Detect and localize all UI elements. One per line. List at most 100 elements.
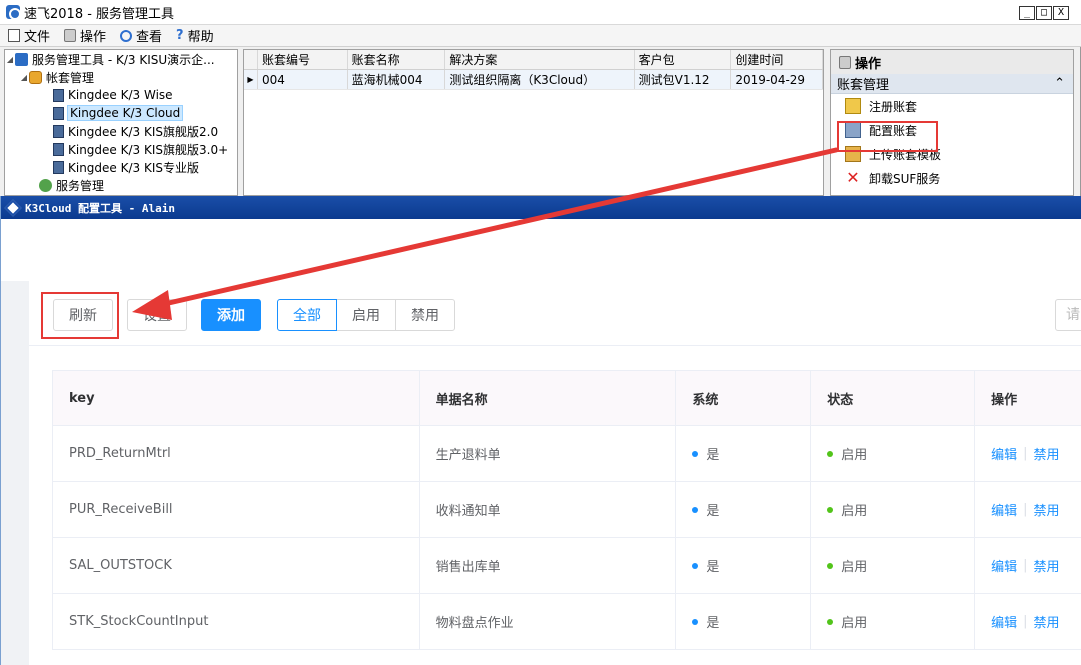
- title-bar: 速飞2018 - 服务管理工具 _ □ X: [0, 0, 1081, 25]
- service-tool-icon: [15, 52, 28, 66]
- system-cell: 是: [676, 426, 812, 481]
- tree-item-product[interactable]: Kingdee K/3 KIS旗舰版3.0+: [5, 140, 237, 158]
- key-cell: SAL_OUTSTOCK: [53, 538, 420, 593]
- status-cell: 启用: [811, 594, 976, 649]
- close-button[interactable]: X: [1053, 6, 1069, 20]
- edit-link[interactable]: 编辑: [991, 556, 1017, 575]
- tree-item-product[interactable]: Kingdee K/3 Wise: [5, 86, 237, 104]
- column-header[interactable]: 创建时间: [731, 50, 823, 69]
- tree-item-product-selected[interactable]: Kingdee K/3 Cloud: [5, 104, 237, 122]
- disable-link[interactable]: 禁用: [1034, 612, 1060, 631]
- filter-disabled-button[interactable]: 禁用: [395, 299, 455, 331]
- tree-item-root[interactable]: ◢ 服务管理工具 - K/3 KISU演示企...: [5, 50, 237, 68]
- maximize-button[interactable]: □: [1036, 6, 1052, 20]
- actions-section-label: 账套管理: [837, 78, 890, 93]
- bill-name-cell: 收料通知单: [420, 482, 677, 537]
- search-input[interactable]: 请: [1055, 299, 1081, 331]
- link-separator: |: [1023, 446, 1028, 461]
- account-grid: 账套编号 账套名称 解决方案 客户包 创建时间 ▶ 004 蓝海机械004 测试…: [243, 49, 824, 196]
- table-row: PUR_ReceiveBill 收料通知单 是 启用 编辑 | 禁用: [53, 482, 1081, 538]
- operation-cell: 编辑 | 禁用: [975, 426, 1081, 481]
- table-row: STK_StockCountInput 物料盘点作业 是 启用 编辑 | 禁用: [53, 594, 1081, 650]
- window-title: 速飞2018 - 服务管理工具: [24, 6, 175, 22]
- view-icon: [120, 29, 133, 42]
- menu-help[interactable]: ? 帮助: [176, 26, 214, 45]
- status-dot-icon: [827, 506, 834, 513]
- title-bar: K3Cloud 配置工具 - Alain: [1, 196, 1081, 219]
- system-value: 是: [706, 448, 720, 463]
- product-book-icon: [53, 160, 64, 174]
- disable-link[interactable]: 禁用: [1034, 556, 1060, 575]
- actions-section[interactable]: 账套管理 ⌃: [831, 74, 1073, 94]
- row-indicator-header: [244, 50, 258, 69]
- action-label: 注册账套: [869, 99, 918, 114]
- grid-row[interactable]: ▶ 004 蓝海机械004 测试组织隔离（K3Cloud） 测试包V1.12 2…: [244, 70, 823, 90]
- menu-action[interactable]: 操作: [64, 26, 106, 45]
- product-book-icon: [53, 88, 64, 102]
- register-account-icon: [845, 98, 861, 114]
- menu-bar: 文件 操作 查看 ? 帮助: [0, 25, 1081, 47]
- filter-all-button[interactable]: 全部: [277, 299, 337, 331]
- menu-file[interactable]: 文件: [8, 26, 50, 45]
- menu-view-label: 查看: [136, 30, 163, 45]
- edit-link[interactable]: 编辑: [991, 444, 1017, 463]
- action-icon: [839, 55, 851, 69]
- key-cell: PRD_ReturnMtrl: [53, 426, 420, 481]
- link-separator: |: [1023, 502, 1028, 517]
- filter-enabled-button[interactable]: 启用: [336, 299, 396, 331]
- uninstall-service-action[interactable]: ✕ 卸载SUF服务: [831, 166, 1073, 190]
- edit-link[interactable]: 编辑: [991, 500, 1017, 519]
- actions-header-label: 操作: [855, 56, 882, 72]
- action-label: 卸载SUF服务: [869, 171, 941, 186]
- tree-item-account-mgmt[interactable]: ◢ 帐套管理: [5, 68, 237, 86]
- status-dot-icon: [827, 562, 834, 569]
- system-dot-icon: [692, 562, 699, 569]
- column-header[interactable]: 解决方案: [445, 50, 635, 69]
- system-value: 是: [706, 616, 720, 631]
- status-value: 启用: [841, 560, 868, 575]
- grid-cell: 蓝海机械004: [348, 70, 446, 89]
- table-row: PRD_ReturnMtrl 生产退料单 是 启用 编辑 | 禁用: [53, 426, 1081, 482]
- link-separator: |: [1023, 558, 1028, 573]
- tree-item-product[interactable]: Kingdee K/3 KIS专业版: [5, 158, 237, 176]
- minimize-button[interactable]: _: [1019, 6, 1035, 20]
- grid-cell: 004: [258, 70, 348, 89]
- service-gear-icon: [39, 178, 52, 192]
- menu-help-label: 帮助: [187, 30, 214, 45]
- add-button[interactable]: 添加: [201, 299, 261, 331]
- status-dot-icon: [827, 450, 834, 457]
- table-header: key 单据名称 系统 状态 操作: [53, 371, 1081, 426]
- link-separator: |: [1023, 614, 1028, 629]
- operation-cell: 编辑 | 禁用: [975, 594, 1081, 649]
- tree-item-service-mgmt[interactable]: 服务管理: [5, 176, 237, 194]
- product-book-icon: [53, 124, 64, 138]
- disable-link[interactable]: 禁用: [1034, 500, 1060, 519]
- grid-cell: 2019-04-29: [731, 70, 823, 89]
- database-icon: [29, 70, 42, 84]
- collapse-arrow-icon[interactable]: ◢: [19, 73, 29, 82]
- file-icon: [8, 29, 20, 42]
- tree-item-product[interactable]: Kingdee K/3 KIS旗舰版2.0: [5, 122, 237, 140]
- menu-view[interactable]: 查看: [120, 26, 162, 45]
- filter-segmented-control: 全部 启用 禁用: [277, 299, 455, 331]
- status-cell: 启用: [811, 538, 976, 593]
- collapse-chevron-icon[interactable]: ⌃: [1054, 76, 1065, 91]
- key-cell: PUR_ReceiveBill: [53, 482, 420, 537]
- bill-name-cell: 销售出库单: [420, 538, 677, 593]
- column-header[interactable]: 账套编号: [258, 50, 348, 69]
- disable-link[interactable]: 禁用: [1034, 444, 1060, 463]
- divider: [29, 345, 1081, 346]
- collapse-arrow-icon[interactable]: ◢: [5, 55, 15, 64]
- status-value: 启用: [841, 616, 868, 631]
- grid-cell: 测试组织隔离（K3Cloud）: [445, 70, 635, 89]
- status-value: 启用: [841, 504, 868, 519]
- grid-header: 账套编号 账套名称 解决方案 客户包 创建时间: [244, 50, 823, 70]
- k3cloud-config-window: K3Cloud 配置工具 - Alain 刷新 设置 添加 全部 启用 禁用 请…: [0, 196, 1081, 665]
- register-account-action[interactable]: 注册账套: [831, 94, 1073, 118]
- edit-link[interactable]: 编辑: [991, 612, 1017, 631]
- column-header[interactable]: 账套名称: [348, 50, 446, 69]
- settings-button[interactable]: 设置: [127, 299, 187, 331]
- tree-account-mgmt-label: 帐套管理: [46, 70, 95, 85]
- app-logo-icon: [6, 5, 21, 20]
- column-header[interactable]: 客户包: [635, 50, 732, 69]
